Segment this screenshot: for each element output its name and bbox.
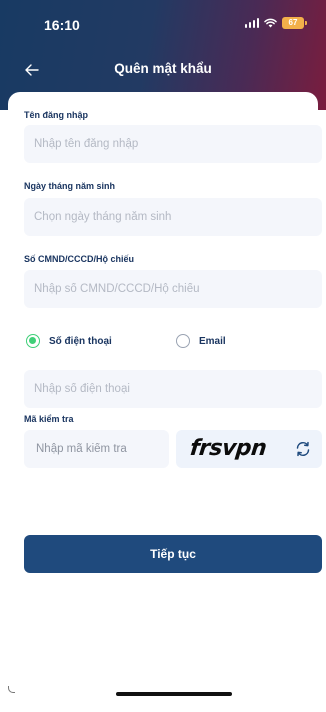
refresh-icon[interactable] — [294, 440, 312, 458]
username-label: Tên đăng nhập — [24, 110, 88, 120]
battery-level: 67 — [288, 18, 298, 27]
wifi-icon — [264, 18, 277, 28]
status-bar: 16:10 67 — [0, 0, 326, 44]
captcha-image: frsvpn — [176, 430, 322, 468]
radio-selected-icon — [26, 334, 40, 348]
home-indicator[interactable] — [116, 692, 232, 696]
email-radio-label: Email — [199, 335, 226, 347]
nav-bar: Quên mật khẩu — [0, 52, 326, 88]
id-number-field[interactable] — [24, 270, 322, 308]
radio-unselected-icon — [176, 334, 190, 348]
contact-method-group: Số điện thoại Email — [24, 334, 322, 356]
signal-icon — [244, 18, 259, 28]
corner-mark — [8, 686, 15, 693]
captcha-label: Mã kiểm tra — [24, 414, 74, 424]
captcha-code: frsvpn — [188, 436, 268, 461]
continue-button[interactable]: Tiếp tục — [24, 535, 322, 573]
battery-icon: 67 — [282, 17, 307, 29]
email-radio[interactable]: Email — [176, 334, 226, 348]
phone-radio[interactable]: Số điện thoại — [26, 334, 112, 348]
birthdate-field[interactable] — [24, 198, 322, 236]
phone-radio-label: Số điện thoại — [49, 335, 112, 347]
birthdate-label: Ngày tháng năm sinh — [24, 181, 116, 191]
status-icons: 67 — [244, 17, 307, 29]
status-time: 16:10 — [44, 17, 80, 33]
username-field[interactable] — [24, 125, 322, 163]
id-number-label: Số CMND/CCCD/Hộ chiếu — [24, 254, 134, 264]
captcha-field[interactable] — [24, 430, 169, 468]
page-title: Quên mật khẩu — [114, 61, 212, 76]
phone-field[interactable] — [24, 370, 322, 408]
